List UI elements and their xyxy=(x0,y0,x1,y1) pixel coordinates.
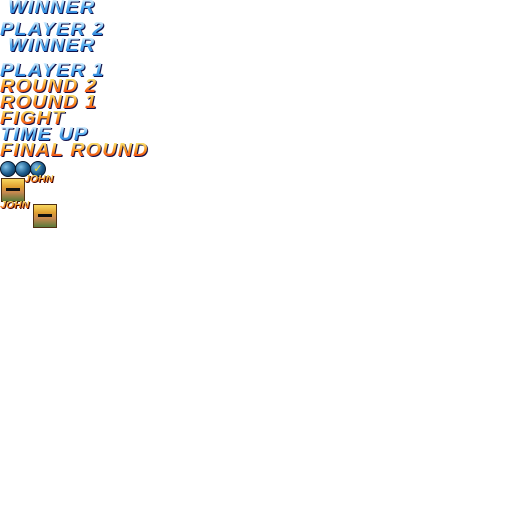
winner-text-sprite-2: WINNER xyxy=(8,35,96,56)
fighter-portrait-icon xyxy=(1,178,25,202)
fighter-portrait-icon-2 xyxy=(33,204,57,228)
fighter-name-label: JOHN xyxy=(24,174,54,185)
sunglasses-icon xyxy=(6,188,20,191)
final-round-text-sprite: FINAL ROUND xyxy=(0,140,149,161)
round-orb-empty-icon xyxy=(0,161,16,177)
sunglasses-icon xyxy=(38,214,52,217)
fighter-name-label-2: JOHN xyxy=(0,200,30,211)
winner-text-sprite: WINNER xyxy=(8,0,96,18)
